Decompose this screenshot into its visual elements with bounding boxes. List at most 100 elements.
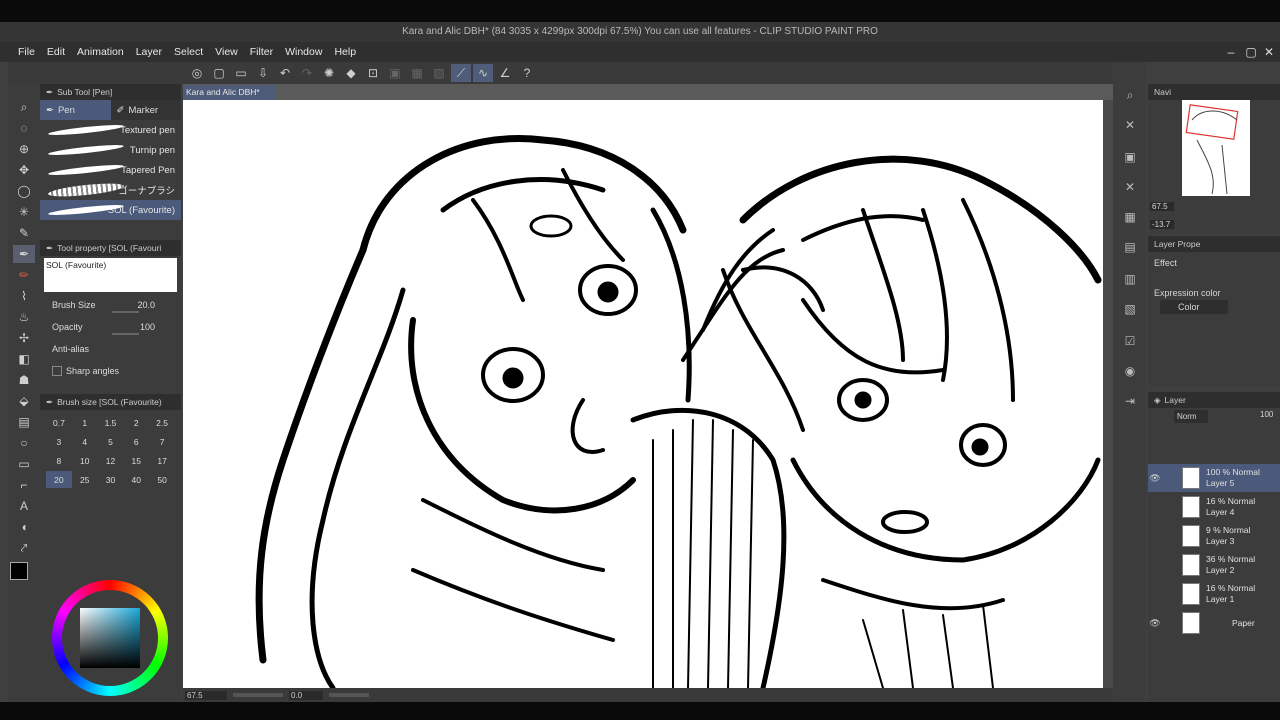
material-panel-icon-6[interactable]: ▥ — [1121, 270, 1139, 288]
figure-icon[interactable]: ○ — [13, 434, 35, 452]
decoration-icon[interactable]: ✢ — [13, 329, 35, 347]
brush-item-gona-brush[interactable]: ゴーナブラシ — [40, 180, 181, 200]
frame-border-icon[interactable]: ▭ — [13, 455, 35, 473]
brush-item-textured-pen[interactable]: Textured pen — [40, 120, 181, 140]
airbrush-icon[interactable]: ♨ — [13, 308, 35, 326]
antialias-row[interactable]: Anti-alias — [40, 338, 181, 360]
size-preset-selected[interactable]: 20 — [46, 471, 72, 488]
maximize-button[interactable]: ▢ — [1242, 44, 1260, 60]
blend-mode-select[interactable]: Norm — [1174, 410, 1208, 423]
color-swatches[interactable] — [10, 562, 38, 590]
menu-window[interactable]: Window — [279, 46, 328, 58]
gradient-icon[interactable]: ▤ — [13, 413, 35, 431]
visibility-eye-icon[interactable]: 👁 — [1148, 618, 1162, 629]
eraser-icon[interactable]: ◧ — [13, 350, 35, 368]
size-preset[interactable]: 5 — [98, 433, 124, 450]
layer-row-paper[interactable]: 👁 Paper — [1148, 609, 1280, 637]
opacity-value[interactable]: 100 — [140, 322, 155, 332]
ruler-icon[interactable]: ∠ — [495, 64, 515, 82]
size-preset[interactable]: 1 — [72, 414, 98, 431]
menu-filter[interactable]: Filter — [244, 46, 279, 58]
save-icon[interactable]: ⇩ — [253, 64, 273, 82]
close-button[interactable]: ✕ — [1260, 44, 1278, 60]
menu-edit[interactable]: Edit — [41, 46, 71, 58]
layer-row-layer4[interactable]: 16 % Normal Layer 4 — [1148, 493, 1280, 521]
eyedropper-icon[interactable]: ✎ — [13, 224, 35, 242]
opacity-row[interactable]: Opacity 100 — [40, 316, 181, 338]
invert-selection-icon[interactable]: ▧ — [429, 64, 449, 82]
size-preset[interactable]: 4 — [72, 433, 98, 450]
open-folder-icon[interactable]: ▭ — [231, 64, 251, 82]
main-color-swatch[interactable] — [10, 562, 28, 580]
size-preset[interactable]: 6 — [123, 433, 149, 450]
menu-help[interactable]: Help — [328, 46, 362, 58]
correct-line-icon[interactable]: ⤤ — [13, 539, 35, 557]
pencil-icon[interactable]: ✏ — [13, 266, 35, 284]
text-icon[interactable]: A — [13, 497, 35, 515]
blend-icon[interactable]: ☗ — [13, 371, 35, 389]
help-icon[interactable]: ? — [517, 64, 537, 82]
material-panel-icon-10[interactable]: ⇥ — [1121, 392, 1139, 410]
visibility-eye-icon[interactable]: 👁 — [1148, 473, 1162, 484]
layer-row-layer1[interactable]: 16 % Normal Layer 1 — [1148, 580, 1280, 608]
size-preset[interactable]: 2 — [123, 414, 149, 431]
rotation-slider[interactable] — [329, 693, 369, 697]
opacity-slider[interactable] — [112, 333, 139, 335]
brush-size-slider[interactable] — [112, 311, 139, 313]
size-preset[interactable]: 2.5 — [149, 414, 175, 431]
size-preset[interactable]: 12 — [98, 452, 124, 469]
size-preset[interactable]: 25 — [72, 471, 98, 488]
fill-icon[interactable]: ◆ — [341, 64, 361, 82]
zoom-value[interactable]: 67.5 — [185, 690, 227, 700]
redo-icon[interactable]: ↷ — [297, 64, 317, 82]
size-preset[interactable]: 40 — [123, 471, 149, 488]
undo-icon[interactable]: ↶ — [275, 64, 295, 82]
brush-size-row[interactable]: Brush Size 20.0 — [40, 294, 181, 316]
clip-studio-icon[interactable]: ◎ — [187, 64, 207, 82]
size-preset[interactable]: 10 — [72, 452, 98, 469]
crop-icon[interactable]: ▣ — [385, 64, 405, 82]
navigator-thumbnail[interactable] — [1182, 100, 1250, 196]
tab-marker[interactable]: ✐ Marker — [111, 100, 182, 120]
selection-icon[interactable]: ◯ — [13, 182, 35, 200]
object-icon[interactable]: ⊕ — [13, 140, 35, 158]
sharp-angles-row[interactable]: Sharp angles — [40, 360, 181, 382]
menu-animation[interactable]: Animation — [71, 46, 130, 58]
rotation-value[interactable]: 0.0 — [289, 690, 323, 700]
balloon-icon[interactable]: ◖ — [13, 518, 35, 536]
material-panel-icon-2[interactable]: ▣ — [1121, 148, 1139, 166]
size-preset[interactable]: 17 — [149, 452, 175, 469]
navigator-zoom[interactable]: 67.5 — [1150, 202, 1174, 211]
material-panel-icon-8[interactable]: ☑ — [1121, 332, 1139, 350]
layer-row-layer5[interactable]: 👁 100 % Normal Layer 5 — [1148, 464, 1280, 492]
navigator-panel-icon[interactable]: ⌕ — [1121, 86, 1139, 104]
material-panel-icon-4[interactable]: ▦ — [1121, 208, 1139, 226]
new-file-icon[interactable]: ▢ — [209, 64, 229, 82]
ruler-tool-icon[interactable]: ⌐ — [13, 476, 35, 494]
brush-item-turnip-pen[interactable]: Turnip pen — [40, 140, 181, 160]
zoom-icon[interactable]: ⌕ — [13, 98, 35, 116]
sharp-angles-checkbox[interactable] — [52, 366, 62, 376]
menu-select[interactable]: Select — [168, 46, 209, 58]
expression-color-select[interactable]: Color — [1160, 300, 1228, 314]
saturation-value-square[interactable] — [80, 608, 140, 668]
brush-item-sol-favourite[interactable]: SOL (Favourite) — [40, 200, 181, 220]
size-preset[interactable]: 3 — [46, 433, 72, 450]
layer-row-layer3[interactable]: 9 % Normal Layer 3 — [1148, 522, 1280, 550]
material-panel-icon-5[interactable]: ▤ — [1121, 238, 1139, 256]
brush-size-value[interactable]: 20.0 — [137, 300, 155, 310]
document-tab[interactable]: Kara and Alic DBH* — [183, 85, 275, 100]
size-preset[interactable]: 30 — [98, 471, 124, 488]
menu-layer[interactable]: Layer — [130, 46, 168, 58]
layer-opacity-value[interactable]: 100 — [1260, 410, 1280, 419]
brush-item-tapered-pen[interactable]: Tapered Pen — [40, 160, 181, 180]
brush-icon[interactable]: ⌇ — [13, 287, 35, 305]
size-preset[interactable]: 50 — [149, 471, 175, 488]
color-wheel[interactable] — [52, 580, 168, 696]
snap-special-ruler-icon[interactable]: ∿ — [473, 64, 493, 82]
zoom-slider[interactable] — [233, 693, 283, 697]
pen-icon[interactable]: ✒ — [13, 245, 35, 263]
size-preset[interactable]: 1.5 — [98, 414, 124, 431]
size-preset[interactable]: 7 — [149, 433, 175, 450]
spinner-icon[interactable]: ✺ — [319, 64, 339, 82]
